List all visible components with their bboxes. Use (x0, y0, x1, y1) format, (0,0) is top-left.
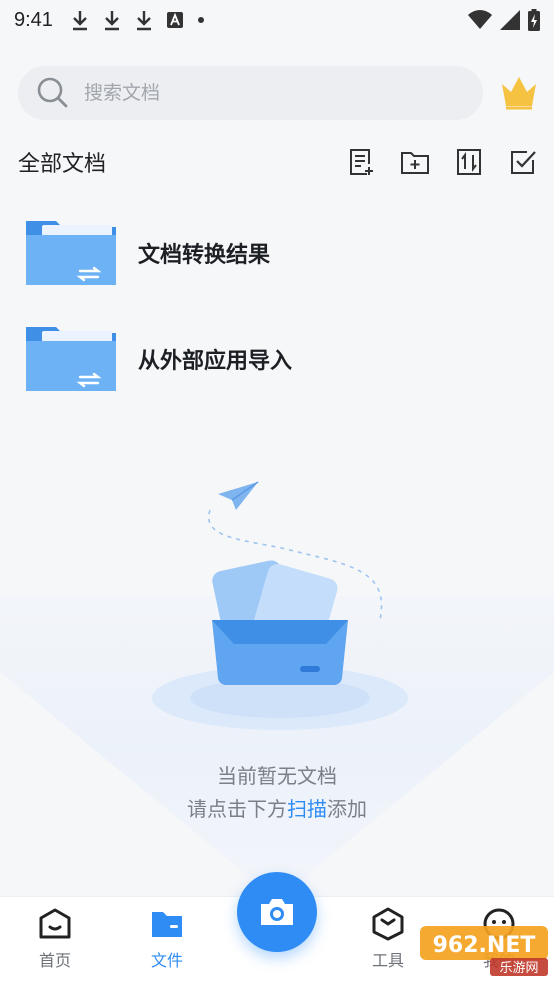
tools-icon (372, 907, 404, 941)
camera-icon (261, 899, 293, 925)
section-header: 全部文档 (18, 142, 538, 182)
scan-link[interactable]: 扫描 (287, 797, 327, 821)
new-document-icon (350, 149, 373, 175)
download-icon (104, 11, 119, 31)
empty-state-prefix: 请点击下方 (187, 797, 287, 821)
status-bar: 9:41 (0, 0, 554, 40)
folder-list: 文档转换结果 从外部应用导入 (0, 200, 554, 412)
crown-icon (502, 77, 536, 110)
search-box[interactable] (18, 66, 483, 120)
watermark-text: 962.NET (433, 933, 536, 958)
section-title: 全部文档 (18, 152, 107, 177)
folder-item-external-import[interactable]: 从外部应用导入 (0, 306, 554, 412)
select-button[interactable] (508, 147, 538, 177)
new-folder-icon (401, 152, 429, 174)
nav-tools-label: 工具 (371, 951, 404, 970)
empty-state-line1: 当前暂无文档 (217, 764, 337, 788)
download-icon (136, 11, 151, 31)
nav-home-label: 首页 (38, 951, 71, 970)
new-folder-button[interactable] (400, 147, 430, 177)
text-a-icon (166, 12, 183, 28)
nav-files[interactable]: 文件 (122, 907, 212, 977)
dot-icon (197, 17, 204, 23)
home-icon (39, 908, 71, 939)
new-document-button[interactable] (346, 147, 376, 177)
sort-button[interactable] (454, 147, 484, 177)
empty-state-text: 当前暂无文档 请点击下方扫描添加 (0, 760, 554, 826)
toolbar (346, 147, 538, 177)
vip-crown-button[interactable] (499, 74, 539, 116)
search-icon (37, 77, 68, 108)
signal-icon (500, 10, 520, 30)
sort-icon (457, 149, 481, 175)
wifi-icon (468, 10, 492, 29)
folder-label: 文档转换结果 (138, 243, 271, 268)
folder-transfer-icon (26, 327, 116, 391)
folder-label: 从外部应用导入 (138, 349, 293, 374)
empty-state-suffix: 添加 (327, 797, 367, 821)
site-watermark: 962.NET 乐游网 (420, 926, 548, 976)
battery-charging-icon (528, 9, 540, 31)
status-time: 9:41 (14, 8, 53, 31)
folder-transfer-icon (26, 221, 116, 285)
empty-state-line2: 请点击下方扫描添加 (0, 793, 554, 826)
download-icon (72, 11, 87, 31)
nav-home[interactable]: 首页 (10, 907, 100, 977)
nav-files-label: 文件 (150, 951, 183, 970)
file-icon (152, 912, 182, 937)
search-input[interactable] (84, 82, 444, 104)
empty-box-illustration (152, 481, 408, 730)
watermark-subtext: 乐游网 (499, 961, 538, 976)
search-row (18, 66, 538, 120)
system-icons (468, 9, 540, 31)
notification-icons (71, 9, 205, 31)
scan-camera-button[interactable] (237, 872, 317, 952)
folder-item-conversion-results[interactable]: 文档转换结果 (0, 200, 554, 306)
select-icon (511, 151, 536, 174)
